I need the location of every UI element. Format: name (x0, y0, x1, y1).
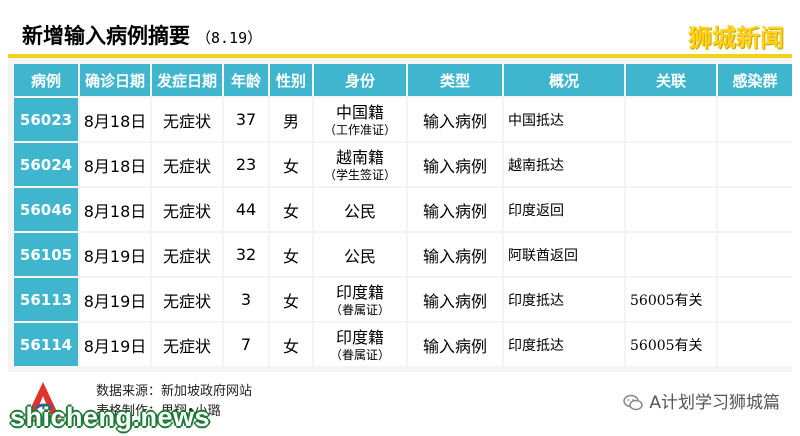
col-header-type: 类型 (408, 64, 502, 96)
onset-date: 无症状 (152, 143, 222, 186)
col-header-identity: 身份 (314, 64, 406, 96)
overview: 阿联酋返回 (504, 233, 624, 276)
age: 37 (224, 98, 268, 141)
onset-date: 无症状 (152, 323, 222, 366)
col-header-overview: 概况 (504, 64, 624, 96)
cluster (718, 278, 792, 321)
table-row: 56024 8月18日 无症状 23 女 越南籍 （学生签证） 输入病例 越南抵达 (14, 143, 792, 186)
col-header-confirm-date: 确诊日期 (80, 64, 150, 96)
age: 44 (224, 188, 268, 231)
identity-sub: （眷属证） (329, 347, 390, 362)
identity: 公民 (314, 233, 406, 276)
identity: 中国籍 （工作准证） (314, 98, 406, 141)
table-row: 56114 8月19日 无症状 7 女 印度籍 （眷属证） 输入病例 印度抵达 5… (14, 323, 792, 366)
identity-sub: （眷属证） (329, 302, 390, 317)
page-title: 新增输入病例摘要 （8.19） (22, 20, 262, 50)
case-type: 输入病例 (408, 278, 502, 321)
table-row: 56105 8月19日 无症状 32 女 公民 输入病例 阿联酋返回 (14, 233, 792, 276)
onset-date: 无症状 (152, 233, 222, 276)
confirm-date: 8月18日 (80, 98, 150, 141)
title-label: 新增输入病例摘要 (22, 24, 190, 48)
col-header-sex: 性别 (270, 64, 312, 96)
confirm-date: 8月19日 (80, 233, 150, 276)
age: 3 (224, 278, 268, 321)
confirm-date: 8月18日 (80, 143, 150, 186)
cluster (718, 233, 792, 276)
identity: 印度籍 （眷属证） (314, 278, 406, 321)
overview: 印度抵达 (504, 278, 624, 321)
cluster (718, 323, 792, 366)
identity: 公民 (314, 188, 406, 231)
age: 7 (224, 323, 268, 366)
age: 23 (224, 143, 268, 186)
site-watermark: shicheng.news (10, 402, 211, 432)
col-header-link: 关联 (626, 64, 716, 96)
link (626, 188, 716, 231)
case-id: 56113 (14, 278, 78, 321)
wechat-account: A计划学习狮城篇 (623, 388, 780, 413)
confirm-date: 8月19日 (80, 278, 150, 321)
case-type: 输入病例 (408, 233, 502, 276)
overview: 印度抵达 (504, 323, 624, 366)
link (626, 143, 716, 186)
link (626, 98, 716, 141)
case-id: 56023 (14, 98, 78, 141)
sex: 男 (270, 98, 312, 141)
case-type: 输入病例 (408, 143, 502, 186)
link: 56005有关 (626, 323, 716, 366)
sex: 女 (270, 188, 312, 231)
identity-sub: （学生签证） (323, 167, 396, 182)
sex: 女 (270, 323, 312, 366)
sex: 女 (270, 143, 312, 186)
data-source: 数据来源：新加坡政府网站 (96, 384, 253, 399)
cluster (718, 188, 792, 231)
case-id: 56046 (14, 188, 78, 231)
case-id: 56114 (14, 323, 78, 366)
case-type: 输入病例 (408, 188, 502, 231)
table-header-row: 病例 确诊日期 发症日期 年龄 性别 身份 类型 概况 关联 感染群 (14, 64, 792, 96)
age: 32 (224, 233, 268, 276)
case-id: 56105 (14, 233, 78, 276)
overview: 印度返回 (504, 188, 624, 231)
wechat-icon (623, 394, 644, 411)
cases-table: 病例 确诊日期 发症日期 年龄 性别 身份 类型 概况 关联 感染群 56023… (12, 62, 794, 368)
onset-date: 无症状 (152, 278, 222, 321)
table-row: 56113 8月19日 无症状 3 女 印度籍 （眷属证） 输入病例 印度抵达 5… (14, 278, 792, 321)
onset-date: 无症状 (152, 98, 222, 141)
brand-logo-text: 狮城新闻 (688, 23, 784, 52)
case-type: 输入病例 (408, 98, 502, 141)
overview: 中国抵达 (504, 98, 624, 141)
link (626, 233, 716, 276)
identity: 印度籍 （眷属证） (314, 323, 406, 366)
col-header-onset-date: 发症日期 (152, 64, 222, 96)
col-header-case: 病例 (14, 64, 78, 96)
identity-main: 中国籍 (335, 102, 384, 122)
identity: 越南籍 （学生签证） (314, 143, 406, 186)
title-bar: 新增输入病例摘要 （8.19） 狮城新闻 (8, 8, 792, 58)
wechat-account-name: A计划学习狮城篇 (649, 393, 780, 413)
table-row: 56046 8月18日 无症状 44 女 公民 输入病例 印度返回 (14, 188, 792, 231)
overview: 越南抵达 (504, 143, 624, 186)
link: 56005有关 (626, 278, 716, 321)
table-row: 56023 8月18日 无症状 37 男 中国籍 （工作准证） 输入病例 中国抵达 (14, 98, 792, 141)
cluster (718, 98, 792, 141)
title-date: （8.19） (196, 29, 263, 47)
identity-main: 印度籍 (335, 282, 384, 302)
cluster (718, 143, 792, 186)
identity-main: 印度籍 (335, 327, 384, 347)
confirm-date: 8月19日 (80, 323, 150, 366)
identity-sub: （工作准证） (323, 122, 396, 137)
identity-main: 越南籍 (335, 147, 384, 167)
col-header-cluster: 感染群 (718, 64, 792, 96)
sex: 女 (270, 233, 312, 276)
col-header-age: 年龄 (224, 64, 268, 96)
case-id: 56024 (14, 143, 78, 186)
sex: 女 (270, 278, 312, 321)
case-type: 输入病例 (408, 323, 502, 366)
onset-date: 无症状 (152, 188, 222, 231)
confirm-date: 8月18日 (80, 188, 150, 231)
